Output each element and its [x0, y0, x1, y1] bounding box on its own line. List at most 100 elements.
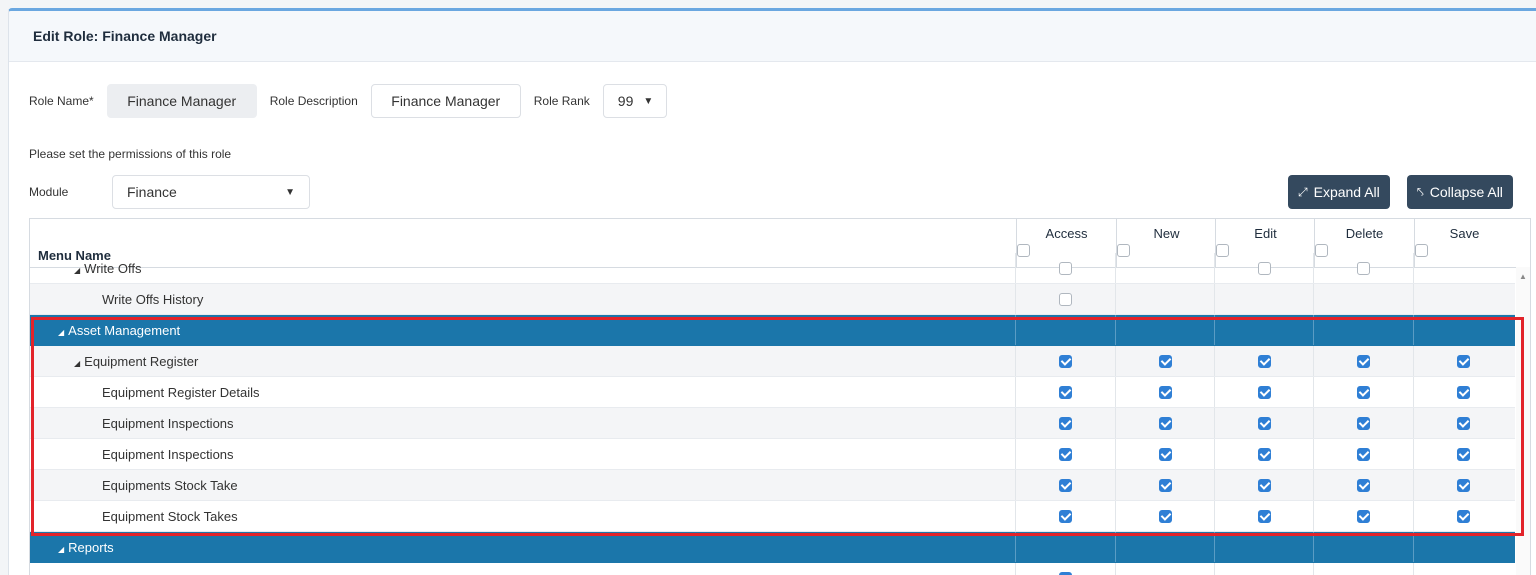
permission-cell-access	[1015, 377, 1115, 407]
permission-checkbox[interactable]	[1159, 386, 1172, 399]
role-name-label: Role Name*	[29, 94, 94, 108]
permission-checkbox[interactable]	[1059, 386, 1072, 399]
table-row: Equipment Inspections	[30, 408, 1515, 439]
menu-name-cell: Equipment Stock Takes	[102, 509, 238, 524]
permission-checkbox[interactable]	[1159, 355, 1172, 368]
permission-checkbox[interactable]	[1059, 479, 1072, 492]
permission-checkbox[interactable]	[1357, 448, 1370, 461]
permission-cell-new	[1115, 253, 1215, 283]
collapse-all-button[interactable]: ⤣ Collapse All	[1407, 175, 1513, 209]
table-row	[30, 563, 1515, 575]
permission-checkbox[interactable]	[1457, 355, 1470, 368]
permission-cell-save	[1413, 346, 1513, 376]
role-description-field[interactable]: Finance Manager	[371, 84, 521, 118]
permission-checkbox[interactable]	[1357, 386, 1370, 399]
permission-cell-save	[1413, 284, 1513, 314]
permission-checkbox[interactable]	[1059, 262, 1072, 275]
permission-checkbox[interactable]	[1258, 386, 1271, 399]
chevron-down-icon: ▼	[643, 96, 653, 107]
permission-checkbox[interactable]	[1258, 417, 1271, 430]
permission-cell-edit	[1214, 284, 1314, 314]
table-row[interactable]: ◢Equipment Register	[30, 346, 1515, 377]
expand-toggle-icon[interactable]: ◢	[74, 266, 80, 275]
permission-checkbox[interactable]	[1258, 262, 1271, 275]
permission-checkbox[interactable]	[1357, 417, 1370, 430]
module-select[interactable]: Finance ▼	[112, 175, 310, 209]
group-row[interactable]: ◢Reports	[30, 532, 1515, 563]
group-row[interactable]: ◢Asset Management	[30, 315, 1515, 346]
scroll-up-icon[interactable]: ▲	[1519, 272, 1527, 281]
permission-cell-delete	[1313, 253, 1413, 283]
permission-checkbox[interactable]	[1059, 572, 1072, 575]
permission-checkbox[interactable]	[1457, 448, 1470, 461]
role-name-field[interactable]: Finance Manager	[107, 84, 257, 118]
permission-checkbox[interactable]	[1258, 448, 1271, 461]
permission-cell-access	[1015, 346, 1115, 376]
expand-all-button[interactable]: ⤢ Expand All	[1288, 175, 1390, 209]
permission-checkbox[interactable]	[1159, 479, 1172, 492]
permission-checkbox[interactable]	[1457, 479, 1470, 492]
permission-checkbox[interactable]	[1059, 510, 1072, 523]
grid-scrollbar[interactable]: ▲	[1516, 267, 1530, 575]
permission-cell-save	[1413, 470, 1513, 500]
permission-cell-delete	[1313, 315, 1413, 345]
permission-checkbox[interactable]	[1357, 479, 1370, 492]
expand-toggle-icon[interactable]: ◢	[58, 545, 64, 554]
permission-checkbox[interactable]	[1457, 386, 1470, 399]
role-rank-select[interactable]: 99 ▼	[603, 84, 667, 118]
permission-cell-save	[1413, 315, 1513, 345]
permission-cell-access	[1015, 563, 1115, 575]
menu-name-label: Equipment Inspections	[102, 416, 234, 431]
permission-cell-save	[1413, 439, 1513, 469]
permission-checkbox[interactable]	[1159, 417, 1172, 430]
permission-cell-delete	[1313, 346, 1413, 376]
permission-cell-edit	[1214, 346, 1314, 376]
expand-all-label: Expand All	[1314, 184, 1380, 200]
permission-cell-access	[1015, 284, 1115, 314]
permission-checkbox[interactable]	[1159, 510, 1172, 523]
permission-checkbox[interactable]	[1357, 510, 1370, 523]
permissions-hint: Please set the permissions of this role	[29, 147, 231, 161]
permission-cell-delete	[1313, 532, 1413, 562]
expand-toggle-icon[interactable]: ◢	[58, 328, 64, 337]
permission-cell-new	[1115, 377, 1215, 407]
chevron-down-icon: ▼	[285, 187, 295, 198]
menu-name-cell: Equipment Inspections	[102, 416, 234, 431]
permission-cell-access	[1015, 501, 1115, 531]
permission-cell-new	[1115, 315, 1215, 345]
permission-checkbox[interactable]	[1457, 417, 1470, 430]
permission-cell-save	[1413, 563, 1513, 575]
role-description-label: Role Description	[270, 94, 358, 108]
permission-checkbox[interactable]	[1159, 448, 1172, 461]
column-header-label: Delete	[1315, 226, 1414, 241]
permission-cell-new	[1115, 563, 1215, 575]
permission-checkbox[interactable]	[1357, 355, 1370, 368]
menu-name-cell: ◢Asset Management	[58, 323, 180, 338]
expand-toggle-icon[interactable]: ◢	[74, 359, 80, 368]
menu-name-label: Write Offs	[84, 261, 141, 276]
table-row[interactable]: ◢ Write Offs	[30, 253, 1515, 284]
permission-cell-access	[1015, 253, 1115, 283]
permission-checkbox[interactable]	[1457, 510, 1470, 523]
table-row: Equipments Stock Take	[30, 470, 1515, 501]
permission-cell-access	[1015, 408, 1115, 438]
permission-checkbox[interactable]	[1258, 355, 1271, 368]
permission-checkbox[interactable]	[1059, 448, 1072, 461]
permission-checkbox[interactable]	[1059, 293, 1072, 306]
permission-cell-new	[1115, 532, 1215, 562]
permission-cell-save	[1413, 532, 1513, 562]
permission-cell-access	[1015, 532, 1115, 562]
module-label: Module	[29, 185, 112, 199]
permission-checkbox[interactable]	[1258, 479, 1271, 492]
permission-cell-edit	[1214, 439, 1314, 469]
permission-cell-edit	[1214, 253, 1314, 283]
module-value: Finance	[127, 184, 177, 200]
permission-checkbox[interactable]	[1357, 262, 1370, 275]
collapse-icon: ⤣	[1417, 185, 1424, 200]
permission-checkbox[interactable]	[1258, 510, 1271, 523]
permission-checkbox[interactable]	[1059, 355, 1072, 368]
permission-checkbox[interactable]	[1059, 417, 1072, 430]
permission-cell-delete	[1313, 439, 1413, 469]
menu-name-cell: Write Offs History	[102, 292, 203, 307]
permission-cell-edit	[1214, 563, 1314, 575]
